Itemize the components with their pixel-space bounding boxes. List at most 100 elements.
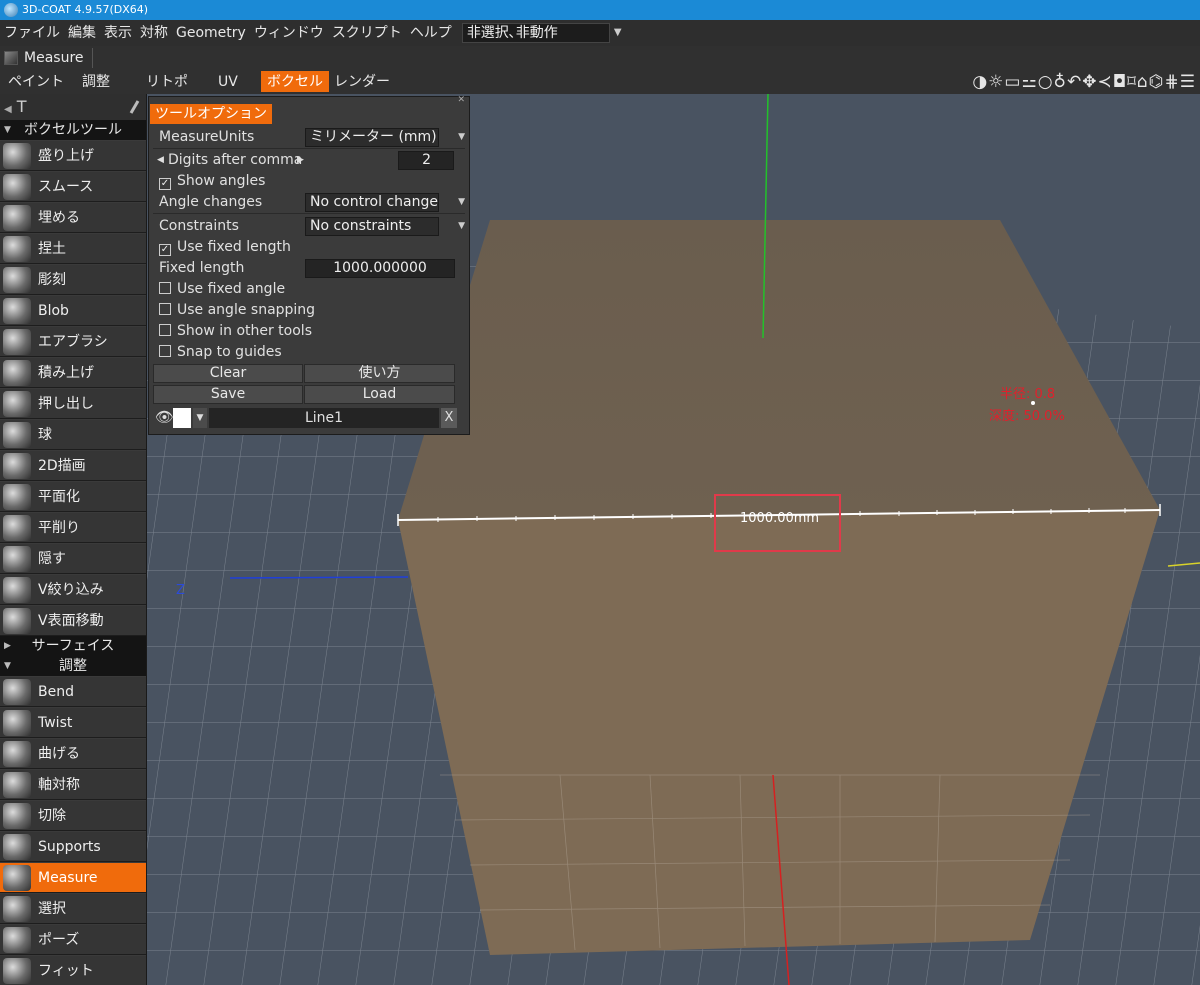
line-color-swatch[interactable] [173,408,191,428]
use-angle-snapping-row[interactable]: Use angle snapping [149,300,469,321]
tool-2d-draw[interactable]: 2D描画 [0,450,146,481]
angle-changes-dropdown[interactable]: No control changes [305,193,439,212]
panel-title[interactable]: ツールオプション [150,104,272,124]
tab-paint[interactable]: ペイント [2,71,70,92]
load-button[interactable]: Load [304,385,455,404]
decrement-arrow-icon[interactable]: ◀ [157,150,164,171]
chevron-down-icon[interactable]: ▼ [458,127,465,148]
tool-v-pinch[interactable]: V絞り込み [0,574,146,605]
menu-view[interactable]: 表示 [100,20,136,46]
tool-build[interactable]: 盛り上げ [0,140,146,171]
chevron-down-icon[interactable]: ▼ [458,192,465,213]
tab-render[interactable]: レンダー [328,71,396,92]
line-name-field[interactable]: Line1 [209,408,439,428]
use-fixed-angle-row[interactable]: Use fixed angle [149,279,469,300]
tool-measure[interactable]: Measure [0,862,146,893]
tool-stack[interactable]: 積み上げ [0,357,146,388]
tool-fill[interactable]: 埋める [0,202,146,233]
tool-blob[interactable]: Blob [0,295,146,326]
snap-to-guides-checkbox[interactable] [159,345,171,357]
divider [153,148,465,149]
use-fixed-length-row[interactable]: ✓ Use fixed length [149,237,469,258]
voxel-tools-header[interactable]: ▼ ボクセルツール [0,120,146,140]
menu-window[interactable]: ウィンドウ [250,20,328,46]
tool-sphere[interactable]: 球 [0,419,146,450]
chevron-down-icon[interactable]: ▼ [614,20,622,46]
tool-carve[interactable]: 彫刻 [0,264,146,295]
tool-bend[interactable]: Bend [0,676,146,707]
viewport-toolbar-icons[interactable]: ◑☼▭⚍○♁↶✥≺◘⌑⌂⌬⋕☰ [972,71,1196,93]
close-icon[interactable]: ✕ [457,95,465,105]
menu-edit[interactable]: 編集 [64,20,100,46]
eye-icon[interactable]: 👁 [155,409,174,425]
measure-units-row: MeasureUnits ミリメーター (mm) ▼ [149,127,469,148]
tool-clay[interactable]: 捏土 [0,233,146,264]
app-logo-icon [4,3,18,17]
smooth-icon [3,174,31,200]
show-angles-checkbox[interactable]: ✓ [159,178,171,190]
extrude-icon [3,391,31,417]
menu-script[interactable]: スクリプト [328,20,406,46]
tab-sculpt[interactable]: 調整 [76,71,116,92]
chevron-down-icon[interactable]: ▼ [193,408,207,428]
tab-retopo[interactable]: リトポ [140,71,194,92]
delete-line-button[interactable]: X [441,408,457,428]
digits-field[interactable]: 2 [398,151,454,170]
tool-select[interactable]: 選択 [0,893,146,924]
menu-geometry[interactable]: Geometry [172,20,250,46]
tab-voxels[interactable]: ボクセル [261,71,329,92]
collapse-icon[interactable]: ◀ [4,104,12,115]
how-to-use-button[interactable]: 使い方 [304,364,455,383]
tool-airbrush[interactable]: エアブラシ [0,326,146,357]
use-angle-snapping-checkbox[interactable] [159,303,171,315]
fixed-length-field[interactable]: 1000.000000 [305,259,455,278]
divider [92,48,93,68]
tool-fit[interactable]: フィット [0,955,146,985]
tool-supports[interactable]: Supports [0,831,146,862]
tool-axial-symmetry[interactable]: 軸対称 [0,769,146,800]
measure-length-label: 1000.00mm [740,511,819,526]
tool-plane[interactable]: 平削り [0,512,146,543]
adjust-tools-header[interactable]: ▼ 調整 [0,656,146,676]
measure-units-dropdown[interactable]: ミリメーター (mm) [305,128,439,147]
menu-file[interactable]: ファイル [0,20,64,46]
tool-curve[interactable]: 曲げる [0,738,146,769]
selection-mode-dropdown[interactable]: 非選択､非動作 [461,23,610,43]
clear-button[interactable]: Clear [153,364,303,383]
menu-symmetry[interactable]: 対称 [136,20,172,46]
tool-twist[interactable]: Twist [0,707,146,738]
tool-smooth[interactable]: スムース [0,171,146,202]
chevron-down-icon[interactable]: ▼ [458,216,465,237]
tool-extrude[interactable]: 押し出し [0,388,146,419]
tool-hide[interactable]: 隠す [0,543,146,574]
measure-units-label: MeasureUnits [159,129,255,145]
show-angles-row[interactable]: ✓ Show angles [149,171,469,192]
tool-pose[interactable]: ポーズ [0,924,146,955]
menu-help[interactable]: ヘルプ [406,20,456,46]
digits-label: Digits after comma [168,152,303,168]
show-in-other-tools-checkbox[interactable] [159,324,171,336]
increment-arrow-icon[interactable]: ▶ [297,150,304,171]
text-tool-icon[interactable]: T [17,97,27,116]
use-fixed-angle-checkbox[interactable] [159,282,171,294]
hide-icon [3,546,31,572]
snap-to-guides-row[interactable]: Snap to guides [149,342,469,363]
tab-uv[interactable]: UV [212,71,244,92]
show-angles-label: Show angles [177,173,266,189]
tool-sidebar: ◀ T ▼ ボクセルツール 盛り上げ スムース 埋める 捏土 彫刻 Blob エ… [0,94,147,985]
box-top-face [398,220,1160,520]
tool-cut[interactable]: 切除 [0,800,146,831]
brush-icon[interactable] [129,100,140,114]
show-in-other-tools-row[interactable]: Show in other tools [149,321,469,342]
save-button[interactable]: Save [153,385,303,404]
current-tool-bar: Measure [0,46,1200,70]
surface-tools-header[interactable]: ▶ サーフェイス [0,636,146,656]
tool-flatten[interactable]: 平面化 [0,481,146,512]
tool-v-surface-move[interactable]: V表面移動 [0,605,146,636]
use-fixed-length-checkbox[interactable]: ✓ [159,244,171,256]
angle-changes-row: Angle changes No control changes ▼ [149,192,469,213]
carve-icon [3,267,31,293]
twist-icon [3,710,31,736]
constraints-dropdown[interactable]: No constraints [305,217,439,236]
fit-icon [3,958,31,984]
